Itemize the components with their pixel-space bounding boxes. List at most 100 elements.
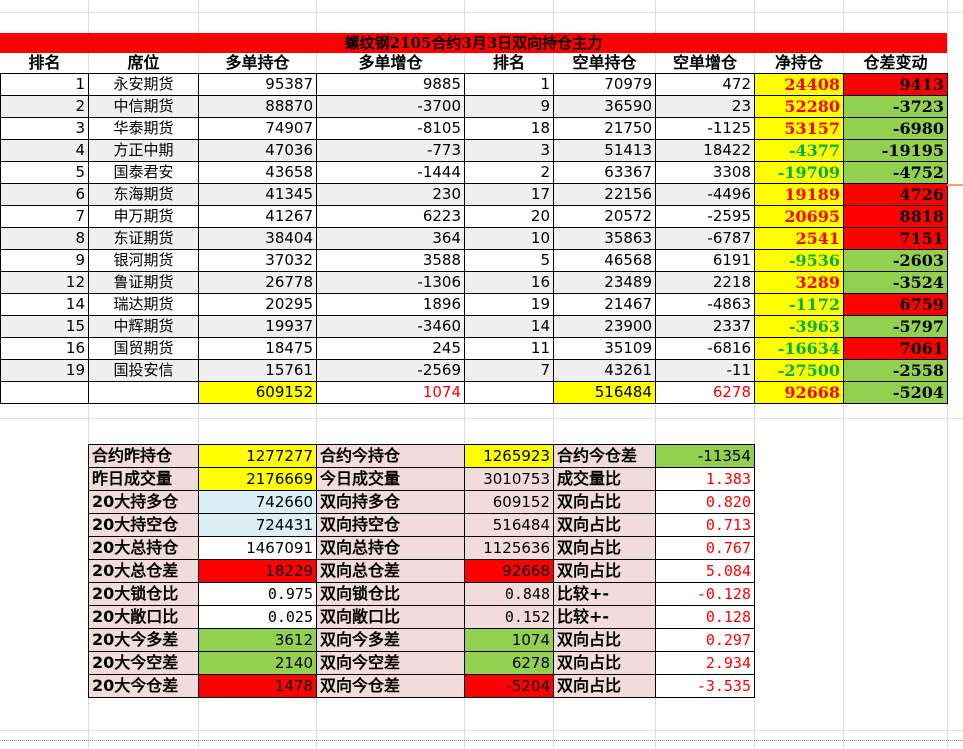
long-pos-cell[interactable]: 74907	[198, 117, 317, 140]
stat-ratio-cell[interactable]: 1.383	[655, 467, 755, 491]
net-pos-cell[interactable]: 52280	[754, 95, 844, 118]
short-pos-cell[interactable]: 51413	[553, 139, 656, 162]
seat-cell[interactable]: 中信期货	[88, 95, 199, 118]
long-rank-cell[interactable]: 12	[0, 271, 89, 294]
short-rank-cell[interactable]: 17	[464, 183, 554, 206]
stat-value-cell[interactable]: 724431	[198, 513, 317, 537]
header-cell[interactable]: 席位	[88, 53, 199, 74]
stat-label-cell[interactable]: 双向今仓差	[316, 674, 465, 698]
short-pos-cell[interactable]: 21467	[553, 293, 656, 316]
long-chg-cell[interactable]: 245	[316, 337, 465, 360]
short-rank-cell[interactable]: 5	[464, 249, 554, 272]
stat-label-cell[interactable]: 双向总仓差	[316, 559, 465, 583]
pos-diff-cell[interactable]: -19195	[843, 139, 948, 162]
seat-cell[interactable]: 银河期货	[88, 249, 199, 272]
total-diff-cell[interactable]: -5204	[843, 381, 948, 404]
stat-label-cell[interactable]: 双向占比	[553, 513, 656, 537]
net-pos-cell[interactable]: -4377	[754, 139, 844, 162]
total-long-pos-cell[interactable]: 609152	[198, 381, 317, 404]
short-pos-cell[interactable]: 46568	[553, 249, 656, 272]
short-chg-cell[interactable]: -6816	[655, 337, 755, 360]
stat-label-cell[interactable]: 双向占比	[553, 674, 656, 698]
stat-label-cell[interactable]: 比较+-	[553, 605, 656, 629]
totals-empty-cell[interactable]	[0, 381, 89, 404]
stat-value-cell[interactable]: 0.975	[198, 582, 317, 606]
stat-label-cell[interactable]: 双向总持仓	[316, 536, 465, 560]
stat-label-cell[interactable]: 双向占比	[553, 490, 656, 514]
short-rank-cell[interactable]: 1	[464, 73, 554, 96]
long-chg-cell[interactable]: -3460	[316, 315, 465, 338]
short-rank-cell[interactable]: 18	[464, 117, 554, 140]
pos-diff-cell[interactable]: -3723	[843, 95, 948, 118]
seat-cell[interactable]: 国投安信	[88, 359, 199, 382]
long-rank-cell[interactable]: 1	[0, 73, 89, 96]
long-pos-cell[interactable]: 41345	[198, 183, 317, 206]
stat-label-cell[interactable]: 双向持多仓	[316, 490, 465, 514]
pos-diff-cell[interactable]: -2558	[843, 359, 948, 382]
pos-diff-cell[interactable]: -6980	[843, 117, 948, 140]
net-pos-cell[interactable]: 24408	[754, 73, 844, 96]
stat-value-cell[interactable]: 18229	[198, 559, 317, 583]
long-chg-cell[interactable]: -2569	[316, 359, 465, 382]
short-chg-cell[interactable]: 6191	[655, 249, 755, 272]
stat-label-cell[interactable]: 20大总持仓	[88, 536, 199, 560]
stat-value-cell[interactable]: 609152	[464, 490, 554, 514]
short-pos-cell[interactable]: 20572	[553, 205, 656, 228]
short-chg-cell[interactable]: -11	[655, 359, 755, 382]
short-pos-cell[interactable]: 35863	[553, 227, 656, 250]
short-rank-cell[interactable]: 9	[464, 95, 554, 118]
stat-label-cell[interactable]: 20大持空仓	[88, 513, 199, 537]
stat-label-cell[interactable]: 20大敞口比	[88, 605, 199, 629]
stat-ratio-cell[interactable]: 0.128	[655, 605, 755, 629]
net-pos-cell[interactable]: 20695	[754, 205, 844, 228]
long-chg-cell[interactable]: 6223	[316, 205, 465, 228]
long-rank-cell[interactable]: 8	[0, 227, 89, 250]
header-cell[interactable]: 排名	[0, 53, 89, 74]
long-pos-cell[interactable]: 20295	[198, 293, 317, 316]
stat-label-cell[interactable]: 双向敞口比	[316, 605, 465, 629]
short-pos-cell[interactable]: 23489	[553, 271, 656, 294]
header-cell[interactable]: 空单增仓	[655, 53, 755, 74]
stat-label-cell[interactable]: 20大总仓差	[88, 559, 199, 583]
long-rank-cell[interactable]: 7	[0, 205, 89, 228]
stat-ratio-cell[interactable]: 0.820	[655, 490, 755, 514]
stat-label-cell[interactable]: 今日成交量	[316, 467, 465, 491]
short-rank-cell[interactable]: 7	[464, 359, 554, 382]
header-cell[interactable]: 空单持仓	[553, 53, 656, 74]
stat-value-cell[interactable]: 92668	[464, 559, 554, 583]
stat-label-cell[interactable]: 昨日成交量	[88, 467, 199, 491]
short-chg-cell[interactable]: -4496	[655, 183, 755, 206]
totals-empty-cell[interactable]	[88, 381, 199, 404]
long-pos-cell[interactable]: 26778	[198, 271, 317, 294]
stat-value-cell[interactable]: 1478	[198, 674, 317, 698]
long-rank-cell[interactable]: 6	[0, 183, 89, 206]
short-chg-cell[interactable]: -1125	[655, 117, 755, 140]
stat-ratio-cell[interactable]: -3.535	[655, 674, 755, 698]
stat-value-cell[interactable]: 2140	[198, 651, 317, 675]
long-chg-cell[interactable]: 1896	[316, 293, 465, 316]
pos-diff-cell[interactable]: 4726	[843, 183, 948, 206]
long-pos-cell[interactable]: 43658	[198, 161, 317, 184]
total-net-cell[interactable]: 92668	[754, 381, 844, 404]
long-rank-cell[interactable]: 9	[0, 249, 89, 272]
stat-ratio-cell[interactable]: -0.128	[655, 582, 755, 606]
stat-value-cell[interactable]: 1125636	[464, 536, 554, 560]
stat-ratio-cell[interactable]: -11354	[655, 444, 755, 468]
stat-value-cell[interactable]: 1265923	[464, 444, 554, 468]
pos-diff-cell[interactable]: 7151	[843, 227, 948, 250]
long-chg-cell[interactable]: -1306	[316, 271, 465, 294]
stat-label-cell[interactable]: 双向占比	[553, 651, 656, 675]
long-chg-cell[interactable]: -1444	[316, 161, 465, 184]
pos-diff-cell[interactable]: 8818	[843, 205, 948, 228]
stat-label-cell[interactable]: 20大锁仓比	[88, 582, 199, 606]
stat-label-cell[interactable]: 合约今持仓	[316, 444, 465, 468]
seat-cell[interactable]: 瑞达期货	[88, 293, 199, 316]
short-pos-cell[interactable]: 36590	[553, 95, 656, 118]
long-pos-cell[interactable]: 19937	[198, 315, 317, 338]
stat-ratio-cell[interactable]: 0.767	[655, 536, 755, 560]
long-rank-cell[interactable]: 5	[0, 161, 89, 184]
stat-value-cell[interactable]: 3612	[198, 628, 317, 652]
stat-ratio-cell[interactable]: 5.084	[655, 559, 755, 583]
short-rank-cell[interactable]: 2	[464, 161, 554, 184]
stat-label-cell[interactable]: 合约昨持仓	[88, 444, 199, 468]
